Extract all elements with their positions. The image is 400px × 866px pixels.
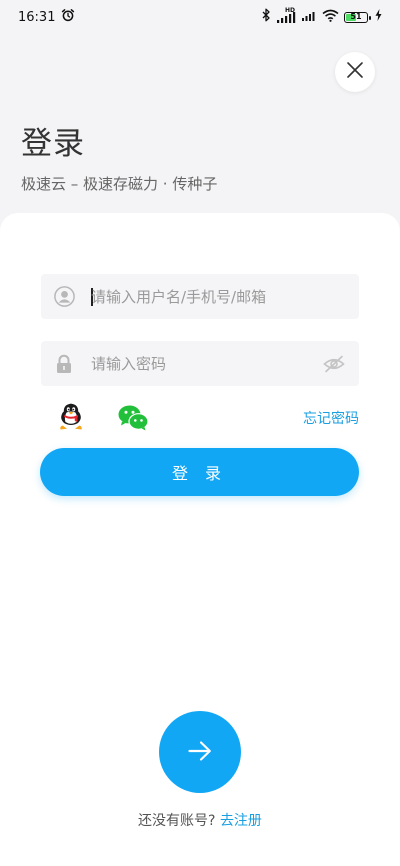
status-time: 16:31 bbox=[18, 9, 56, 25]
lock-icon bbox=[53, 353, 75, 375]
password-input[interactable] bbox=[91, 354, 323, 373]
signal-icon: HD bbox=[276, 7, 296, 24]
signal-icon-secondary bbox=[301, 8, 317, 26]
bluetooth-icon bbox=[261, 8, 271, 26]
page-title: 登录 bbox=[21, 126, 85, 162]
register-prompt: 还没有账号? 去注册 bbox=[0, 810, 400, 830]
password-field[interactable] bbox=[41, 341, 359, 386]
close-icon bbox=[346, 61, 364, 83]
arrow-right-icon bbox=[187, 740, 213, 765]
login-button[interactable]: 登 录 bbox=[40, 448, 359, 496]
username-input[interactable] bbox=[91, 287, 359, 306]
forgot-password-link[interactable]: 忘记密码 bbox=[303, 408, 359, 428]
close-button[interactable] bbox=[335, 52, 375, 92]
no-account-text: 还没有账号? bbox=[138, 813, 216, 829]
alarm-icon bbox=[61, 8, 75, 26]
register-link[interactable]: 去注册 bbox=[220, 813, 262, 829]
wechat-login-icon[interactable] bbox=[117, 404, 149, 431]
battery-icon: 51 bbox=[344, 11, 371, 23]
user-icon bbox=[53, 286, 75, 308]
status-bar: 16:31 HD 51 bbox=[0, 0, 400, 34]
battery-level: 51 bbox=[350, 12, 362, 21]
wifi-icon bbox=[322, 9, 339, 26]
username-field[interactable] bbox=[41, 274, 359, 319]
page-subtitle: 极速云 – 极速存磁力 · 传种子 bbox=[21, 175, 218, 193]
next-arrow-button[interactable] bbox=[159, 711, 241, 793]
charging-icon bbox=[375, 9, 382, 25]
qq-login-icon[interactable] bbox=[58, 402, 84, 432]
eye-off-icon[interactable] bbox=[323, 355, 345, 373]
